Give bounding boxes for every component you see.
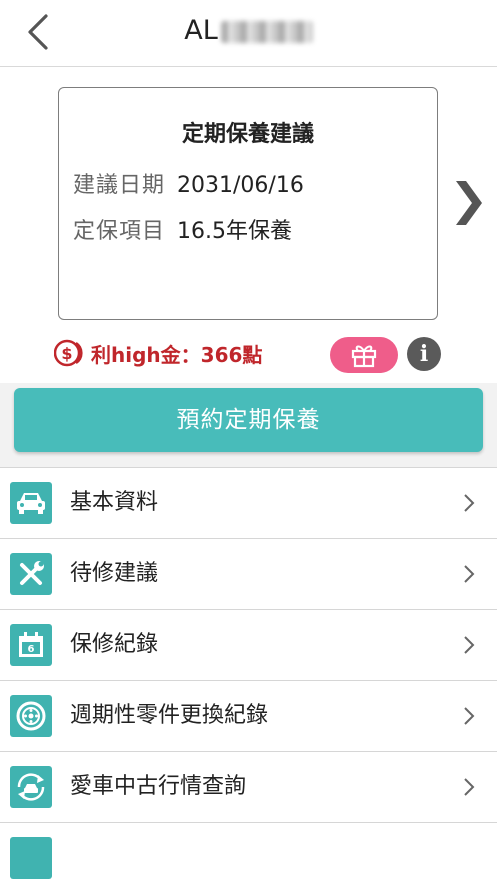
maintenance-suggestion-card[interactable]: 定期保養建議 建議日期 2031/06/16 定保項目 16.5年保養 [58, 87, 438, 320]
menu-item-label: 基本資料 [70, 490, 159, 515]
menu-item-parts-replacement[interactable]: 週期性零件更換紀錄 [0, 680, 497, 751]
menu-item-label: 保修紀錄 [70, 632, 159, 657]
svg-text:$: $ [61, 344, 72, 363]
suggested-date-label: 建議日期 [73, 173, 166, 198]
suggested-date-value: 2031/06/16 [177, 173, 304, 198]
car-icon [10, 482, 52, 524]
reward-points: $ 利high金：366點 [54, 337, 262, 369]
wheel-icon [10, 695, 52, 737]
info-icon: i [419, 341, 429, 367]
svg-text:6: 6 [28, 644, 35, 655]
gift-icon [351, 345, 377, 368]
menu-item-label: 待修建議 [70, 561, 159, 586]
chevron-right-icon [464, 565, 475, 583]
chevron-right-icon [464, 707, 475, 725]
coin-dollar-icon: $ [54, 339, 83, 367]
calendar-icon: 6 [10, 624, 52, 666]
menu-icon [10, 837, 52, 879]
maintenance-item-value: 16.5年保養 [177, 219, 293, 244]
chevron-right-icon[interactable] [450, 175, 486, 231]
menu-item-label: 週期性零件更換紀錄 [70, 703, 269, 728]
maintenance-item-label: 定保項目 [73, 219, 166, 244]
plate-prefix: AL [184, 15, 218, 46]
tools-icon [10, 553, 52, 595]
menu-item-label: 愛車中古行情查詢 [70, 774, 247, 799]
top-bar: AL [0, 0, 497, 67]
menu-item-partial[interactable] [0, 822, 497, 893]
card-title: 定期保養建議 [181, 122, 314, 147]
license-plate-title: AL [0, 14, 497, 48]
car-refresh-icon [10, 766, 52, 808]
suggested-date-row: 建議日期 2031/06/16 [73, 167, 304, 199]
menu-item-basic-info[interactable]: 基本資料 [0, 467, 497, 538]
info-button[interactable]: i [407, 337, 441, 371]
maintenance-item-row: 定保項目 16.5年保養 [73, 213, 292, 245]
chevron-right-icon [464, 494, 475, 512]
gift-button[interactable] [330, 337, 398, 373]
menu-item-repair-suggestion[interactable]: 待修建議 [0, 538, 497, 609]
menu-item-used-car-price[interactable]: 愛車中古行情查詢 [0, 751, 497, 822]
menu-item-service-records[interactable]: 6 保修紀錄 [0, 609, 497, 680]
menu-list: 基本資料 待修建議 6 保修紀錄 週期性零件更換紀錄 愛車中古行情查詢 [0, 467, 497, 893]
plate-redacted [220, 20, 313, 43]
book-maintenance-button[interactable]: 預約定期保養 [14, 388, 483, 452]
maintenance-section: 定期保養建議 建議日期 2031/06/16 定保項目 16.5年保養 $ 利hig… [0, 67, 497, 383]
points-text: 利high金：366點 [91, 342, 263, 367]
chevron-right-icon [464, 636, 475, 654]
chevron-right-icon [464, 778, 475, 796]
